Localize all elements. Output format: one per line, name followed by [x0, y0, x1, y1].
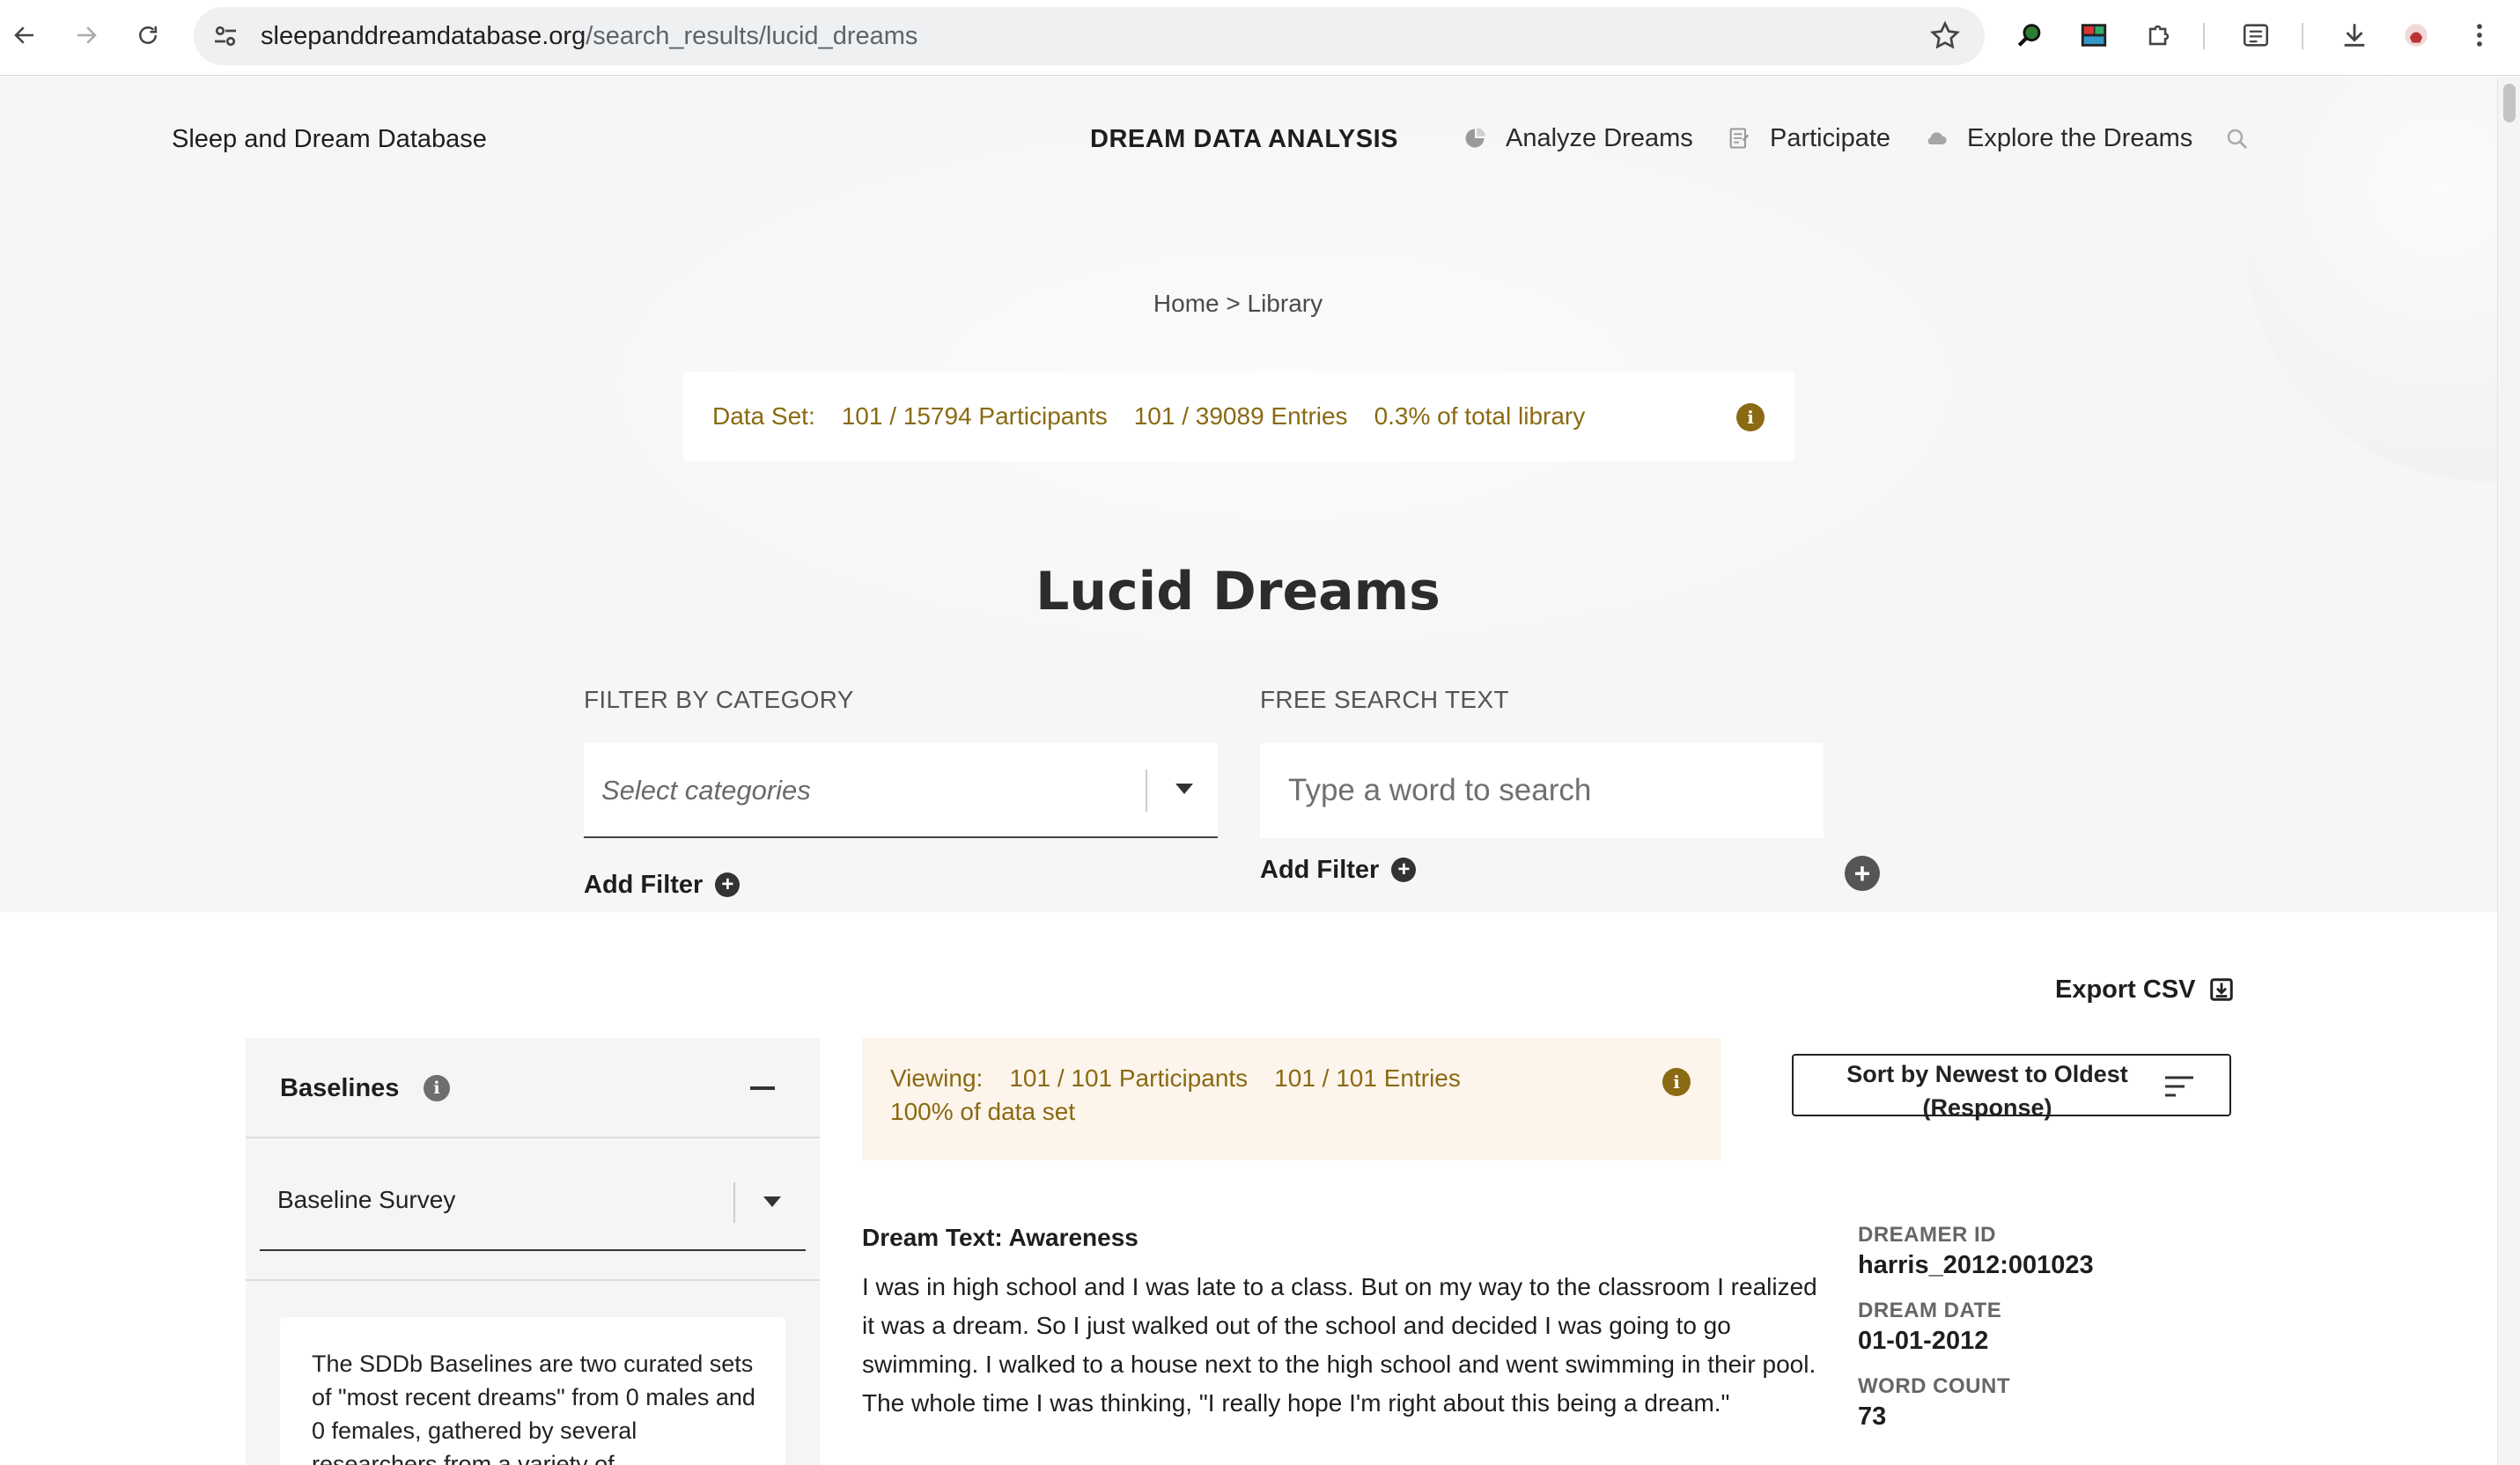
dataset-label: Data Set: — [712, 402, 815, 430]
plus-circle-icon: + — [715, 872, 741, 897]
baseline-select-value: Baseline Survey — [277, 1186, 456, 1213]
address-bar[interactable]: sleepanddreamdatabase.org/search_results… — [194, 7, 1985, 65]
baselines-title: Baselines — [280, 1074, 400, 1102]
chevron-down-icon[interactable] — [1175, 784, 1193, 794]
word-count-label: WORD COUNT — [1858, 1374, 2010, 1398]
sort-button-label: Sort by Newest to Oldest (Response) — [1846, 1061, 2128, 1121]
browser-menu-icon[interactable] — [2462, 18, 2497, 53]
viewing-summary: Viewing: 101 / 101 Participants 101 / 101 … — [862, 1038, 1721, 1160]
dream-text: I was in high school and I was late to a… — [862, 1273, 1817, 1417]
viewing-entries: 101 / 101 Entries — [1274, 1064, 1461, 1092]
add-category-filter-button[interactable]: Add Filter + — [584, 869, 741, 901]
export-csv-button[interactable]: Export CSV — [2055, 974, 2235, 1005]
url-text: sleepanddreamdatabase.org/search_results… — [261, 7, 917, 65]
sort-button[interactable]: Sort by Newest to Oldest (Response) — [1792, 1054, 2231, 1121]
dataset-percent: 0.3% of total library — [1374, 402, 1586, 430]
breadcrumb[interactable]: Home > Library — [0, 290, 2476, 318]
toolbar-divider — [2302, 23, 2303, 49]
dataset-entries: 101 / 39089 Entries — [1133, 402, 1348, 430]
form-icon — [1726, 125, 1752, 151]
category-select[interactable]: Select categories — [584, 743, 1218, 838]
filter-category-label: FILTER BY CATEGORY — [584, 686, 854, 713]
page-header-region: Sleep and Dream Database DREAM DATA ANAL… — [0, 77, 2497, 912]
forward-arrow-icon — [77, 26, 97, 44]
baselines-info-icon[interactable]: i — [424, 1075, 450, 1101]
dataset-summary: Data Set: 101 / 15794 Participants 101 / 3… — [683, 372, 1794, 461]
nav-analyze-dreams-label: Analyze Dreams — [1506, 123, 1693, 152]
nav-participate-label: Participate — [1770, 123, 1891, 152]
add-search-term-icon[interactable]: + — [1845, 856, 1880, 891]
free-search-label: FREE SEARCH TEXT — [1260, 686, 1509, 713]
dream-date-label: DREAM DATE — [1858, 1299, 2002, 1322]
forward-button[interactable] — [67, 16, 106, 55]
reload-icon — [139, 26, 157, 44]
dreamer-id-value[interactable]: harris_2012:001023 — [1858, 1251, 2094, 1280]
dreamer-id-label: DREAMER ID — [1858, 1223, 1997, 1247]
chevron-down-icon[interactable] — [763, 1196, 781, 1207]
add-filter-label: Add Filter — [584, 870, 704, 899]
search-extension-icon[interactable] — [2013, 18, 2048, 53]
dataset-participants: 101 / 15794 Participants — [841, 402, 1108, 430]
toolbar-divider — [2203, 23, 2205, 49]
nav-participate[interactable]: Participate — [1726, 122, 1890, 154]
nav-explore-dreams[interactable]: Explore the Dreams — [1923, 122, 2192, 154]
reading-list-icon[interactable] — [2238, 18, 2273, 53]
word-count-value: 73 — [1858, 1402, 1887, 1431]
select-divider — [733, 1182, 735, 1223]
dataset-info-icon[interactable]: i — [1736, 403, 1765, 431]
dream-date-value: 01-01-2012 — [1858, 1327, 1989, 1355]
dream-title: Dream Text: Awareness — [862, 1224, 1138, 1251]
baselines-panel: Baselines i Baseline Survey The SDDb Bas… — [246, 1038, 820, 1465]
baselines-description: The SDDb Baselines are two curated sets … — [312, 1351, 755, 1465]
search-icon[interactable] — [2224, 126, 2251, 152]
download-box-icon — [2209, 978, 2233, 1001]
profile-avatar-icon[interactable] — [2398, 18, 2434, 53]
reload-button[interactable] — [129, 16, 167, 55]
search-input[interactable] — [1260, 743, 1824, 838]
nav-analyze-dreams[interactable]: Analyze Dreams — [1462, 122, 1693, 154]
baselines-description-card: The SDDb Baselines are two curated sets … — [280, 1317, 785, 1465]
export-csv-label: Export CSV — [2055, 975, 2196, 1004]
page-scrollbar[interactable] — [2497, 77, 2520, 1465]
collapse-minus-icon[interactable] — [750, 1086, 775, 1090]
viewing-label: Viewing: — [890, 1064, 984, 1092]
select-divider — [1146, 769, 1147, 812]
sort-lines-icon — [2165, 1076, 2193, 1097]
nav-explore-dreams-label: Explore the Dreams — [1967, 123, 2193, 152]
media-extension-icon[interactable] — [2076, 18, 2111, 53]
baseline-select[interactable]: Baseline Survey — [260, 1168, 806, 1251]
page-title: Lucid Dreams — [1035, 561, 1441, 622]
category-select-placeholder: Select categories — [601, 775, 811, 806]
bookmark-star-icon[interactable] — [1928, 19, 1962, 53]
viewing-percent: 100% of data set — [890, 1098, 1076, 1125]
cloud-icon — [1923, 125, 1949, 151]
add-text-filter-button[interactable]: Add Filter + — [1260, 854, 1417, 886]
viewing-info-icon[interactable]: i — [1662, 1068, 1691, 1096]
back-arrow-icon — [14, 26, 33, 44]
scrollbar-thumb[interactable] — [2503, 84, 2516, 122]
url-path: /search_results/lucid_dreams — [586, 22, 918, 50]
browser-toolbar: sleepanddreamdatabase.org/search_results… — [0, 0, 2520, 76]
panel-divider — [246, 1279, 820, 1281]
site-title-link[interactable]: Sleep and Dream Database — [172, 125, 487, 154]
baselines-header[interactable]: Baselines i — [246, 1038, 820, 1138]
section-title[interactable]: DREAM DATA ANALYSIS — [1090, 125, 1398, 154]
background-circle — [2244, 77, 2497, 482]
site-settings-icon[interactable] — [210, 20, 241, 52]
back-button[interactable] — [5, 16, 44, 55]
download-icon[interactable] — [2337, 18, 2372, 53]
plus-circle-icon: + — [1391, 858, 1417, 882]
add-filter-label: Add Filter — [1260, 855, 1380, 884]
extensions-puzzle-icon[interactable] — [2141, 18, 2177, 53]
pie-chart-icon — [1462, 125, 1488, 151]
viewing-participants: 101 / 101 Participants — [1009, 1064, 1249, 1092]
url-domain: sleepanddreamdatabase.org — [261, 22, 586, 50]
